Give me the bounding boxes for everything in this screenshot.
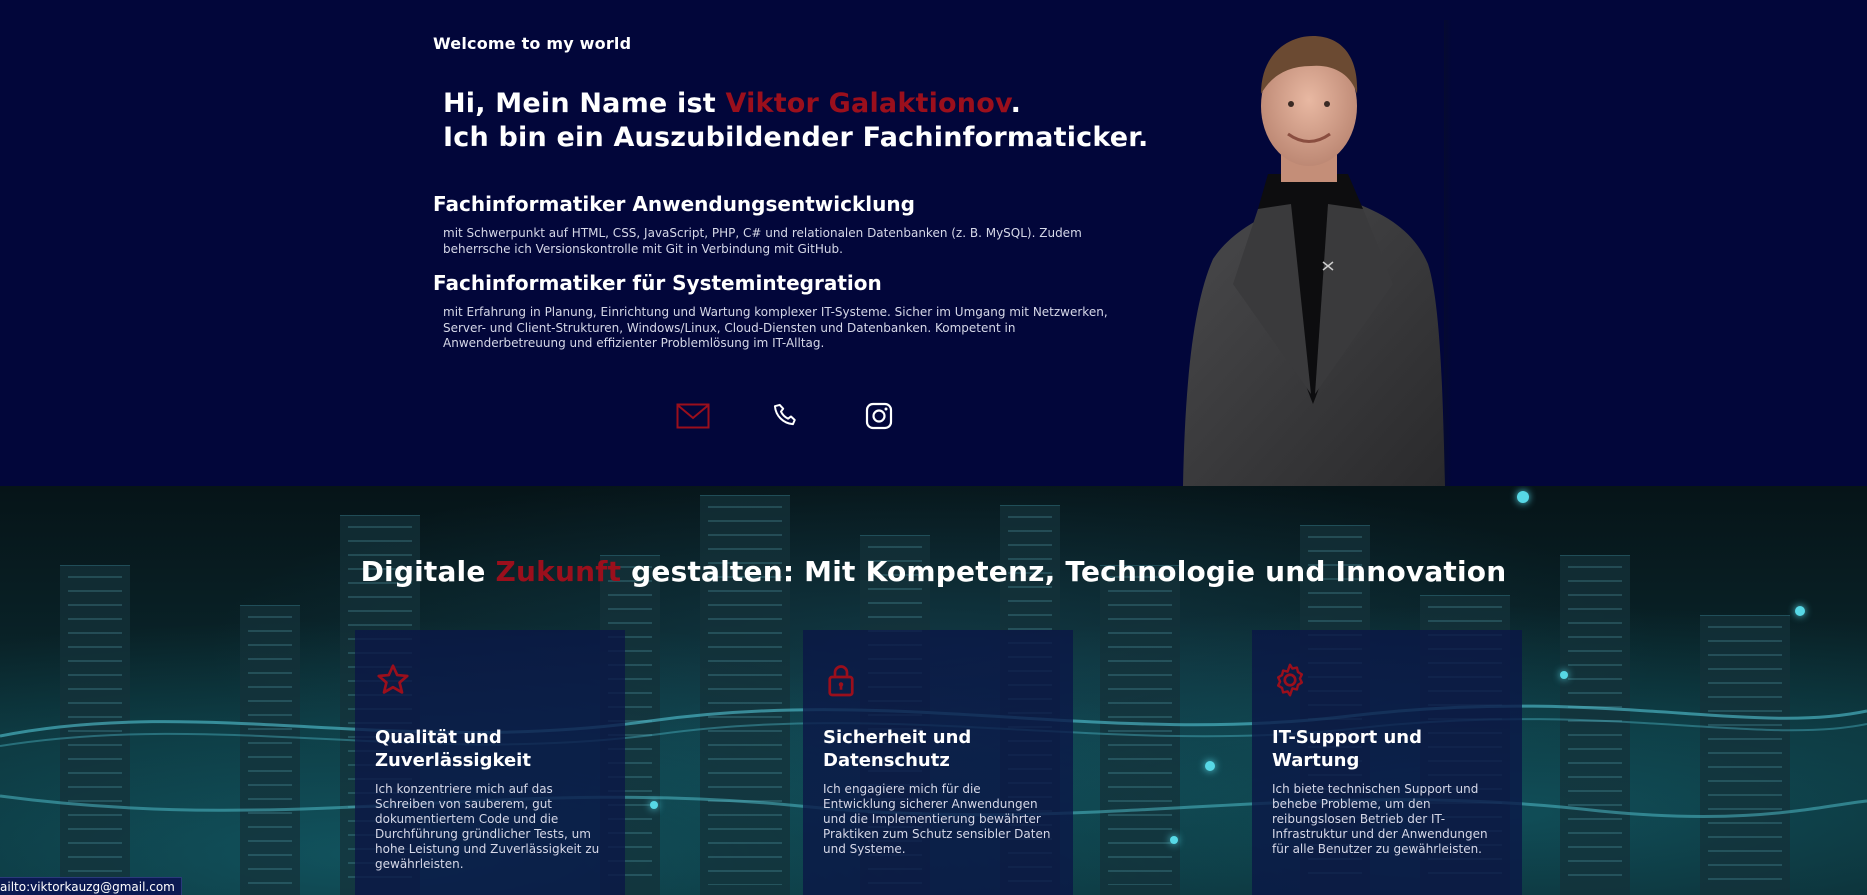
service-card-support: IT-Support und Wartung Ich biete technis… xyxy=(1252,630,1522,895)
role-title-anwendungsentwicklung: Fachinformatiker Anwendungsentwicklung xyxy=(433,192,915,216)
desc-line: mit Erfahrung in Planung, Einrichtung un… xyxy=(443,305,1108,319)
card-title-line: Qualität und xyxy=(375,727,502,748)
link-status-bar: ailto:viktorkauzg@gmail.com xyxy=(0,877,182,895)
card-text-line: Infrastruktur und der Anwendungen xyxy=(1272,827,1488,841)
bg-dot xyxy=(1560,671,1568,679)
portrait-image xyxy=(1183,36,1445,486)
card-text-line: hohe Leistung und Zuverlässigkeit zu xyxy=(375,842,600,856)
bg-dot xyxy=(1795,606,1805,616)
title-prefix: Digitale xyxy=(360,555,496,588)
hero-headline: Hi, Mein Name ist Viktor Galaktionov. Ic… xyxy=(443,87,1148,155)
desc-line: Server- und Client-Strukturen, Windows/L… xyxy=(443,320,1016,335)
title-accent: Zukunft xyxy=(495,555,622,588)
contact-links xyxy=(675,398,897,434)
star-icon xyxy=(375,662,411,698)
card-text-line: Ich konzentriere mich auf das xyxy=(375,782,553,796)
headline-dot: . xyxy=(1010,88,1022,119)
card-text-line: für alle Benutzer zu gewährleisten. xyxy=(1272,842,1482,856)
card-text-line: und Systeme. xyxy=(823,842,906,856)
service-card-security: Sicherheit und Datenschutz Ich engagiere… xyxy=(803,630,1073,895)
bg-dot xyxy=(1205,761,1215,771)
card-title: Qualität und Zuverlässigkeit xyxy=(375,726,605,772)
bg-dot xyxy=(1517,491,1529,503)
title-suffix: gestalten: Mit Kompetenz, Technologie un… xyxy=(621,555,1507,588)
mail-icon[interactable] xyxy=(675,398,711,434)
desc-line: Anwenderbetreuung und effizienter Proble… xyxy=(443,336,825,350)
card-title: IT-Support und Wartung xyxy=(1272,726,1502,772)
card-text-line: behebe Probleme, um den xyxy=(1272,797,1431,811)
role-title-systemintegration: Fachinformatiker für Systemintegration xyxy=(433,271,882,295)
card-title-line: Wartung xyxy=(1272,750,1360,771)
bg-dot xyxy=(1170,836,1178,844)
card-text-line: Entwicklung sicherer Anwendungen xyxy=(823,797,1038,811)
card-title-line: Datenschutz xyxy=(823,750,950,771)
card-text-line: Schreiben von sauberem, gut xyxy=(375,797,552,811)
card-text-line: reibungslosen Betrieb der IT- xyxy=(1272,812,1446,826)
card-text: Ich konzentriere mich auf das Schreiben … xyxy=(375,782,605,872)
card-text-line: und die Implementierung bewährter xyxy=(823,812,1041,826)
role-desc-anwendungsentwicklung: mit Schwerpunkt auf HTML, CSS, JavaScrip… xyxy=(443,226,1143,257)
desc-line: mit Schwerpunkt auf HTML, CSS, JavaScrip… xyxy=(443,226,1082,240)
hero-name: Viktor Galaktionov xyxy=(725,88,1011,119)
portrait-divider xyxy=(1444,20,1452,486)
welcome-text: Welcome to my world xyxy=(433,34,632,53)
card-title-line: Sicherheit und xyxy=(823,727,972,748)
card-title-line: IT-Support und xyxy=(1272,727,1422,748)
card-title-line: Zuverlässigkeit xyxy=(375,750,531,771)
card-text-line: gewährleisten. xyxy=(375,857,464,871)
bg-dot xyxy=(650,801,658,809)
card-text: Ich engagiere mich für die Entwicklung s… xyxy=(823,782,1053,857)
headline-line2: Ich bin ein Auszubildender Fachinformati… xyxy=(443,122,1149,153)
card-text-line: dokumentiertem Code und die xyxy=(375,812,559,826)
role-desc-systemintegration: mit Erfahrung in Planung, Einrichtung un… xyxy=(443,305,1143,352)
lock-icon xyxy=(823,662,859,698)
instagram-icon[interactable] xyxy=(861,398,897,434)
card-text: Ich biete technischen Support und behebe… xyxy=(1272,782,1502,857)
desc-line: beherrsche ich Versionskontrolle mit Git… xyxy=(443,241,843,256)
card-text-line: Praktiken zum Schutz sensibler Daten xyxy=(823,827,1051,841)
services-title: Digitale Zukunft gestalten: Mit Kompeten… xyxy=(0,555,1867,588)
headline-prefix: Hi, Mein Name ist xyxy=(443,88,726,119)
card-text-line: Ich engagiere mich für die xyxy=(823,782,981,796)
card-title: Sicherheit und Datenschutz xyxy=(823,726,1053,772)
card-text-line: Durchführung gründlicher Tests, um xyxy=(375,827,591,841)
service-card-quality: Qualität und Zuverlässigkeit Ich konzent… xyxy=(355,630,625,895)
card-text-line: Ich biete technischen Support und xyxy=(1272,782,1479,796)
gear-icon xyxy=(1272,662,1308,698)
phone-icon[interactable] xyxy=(768,398,804,434)
